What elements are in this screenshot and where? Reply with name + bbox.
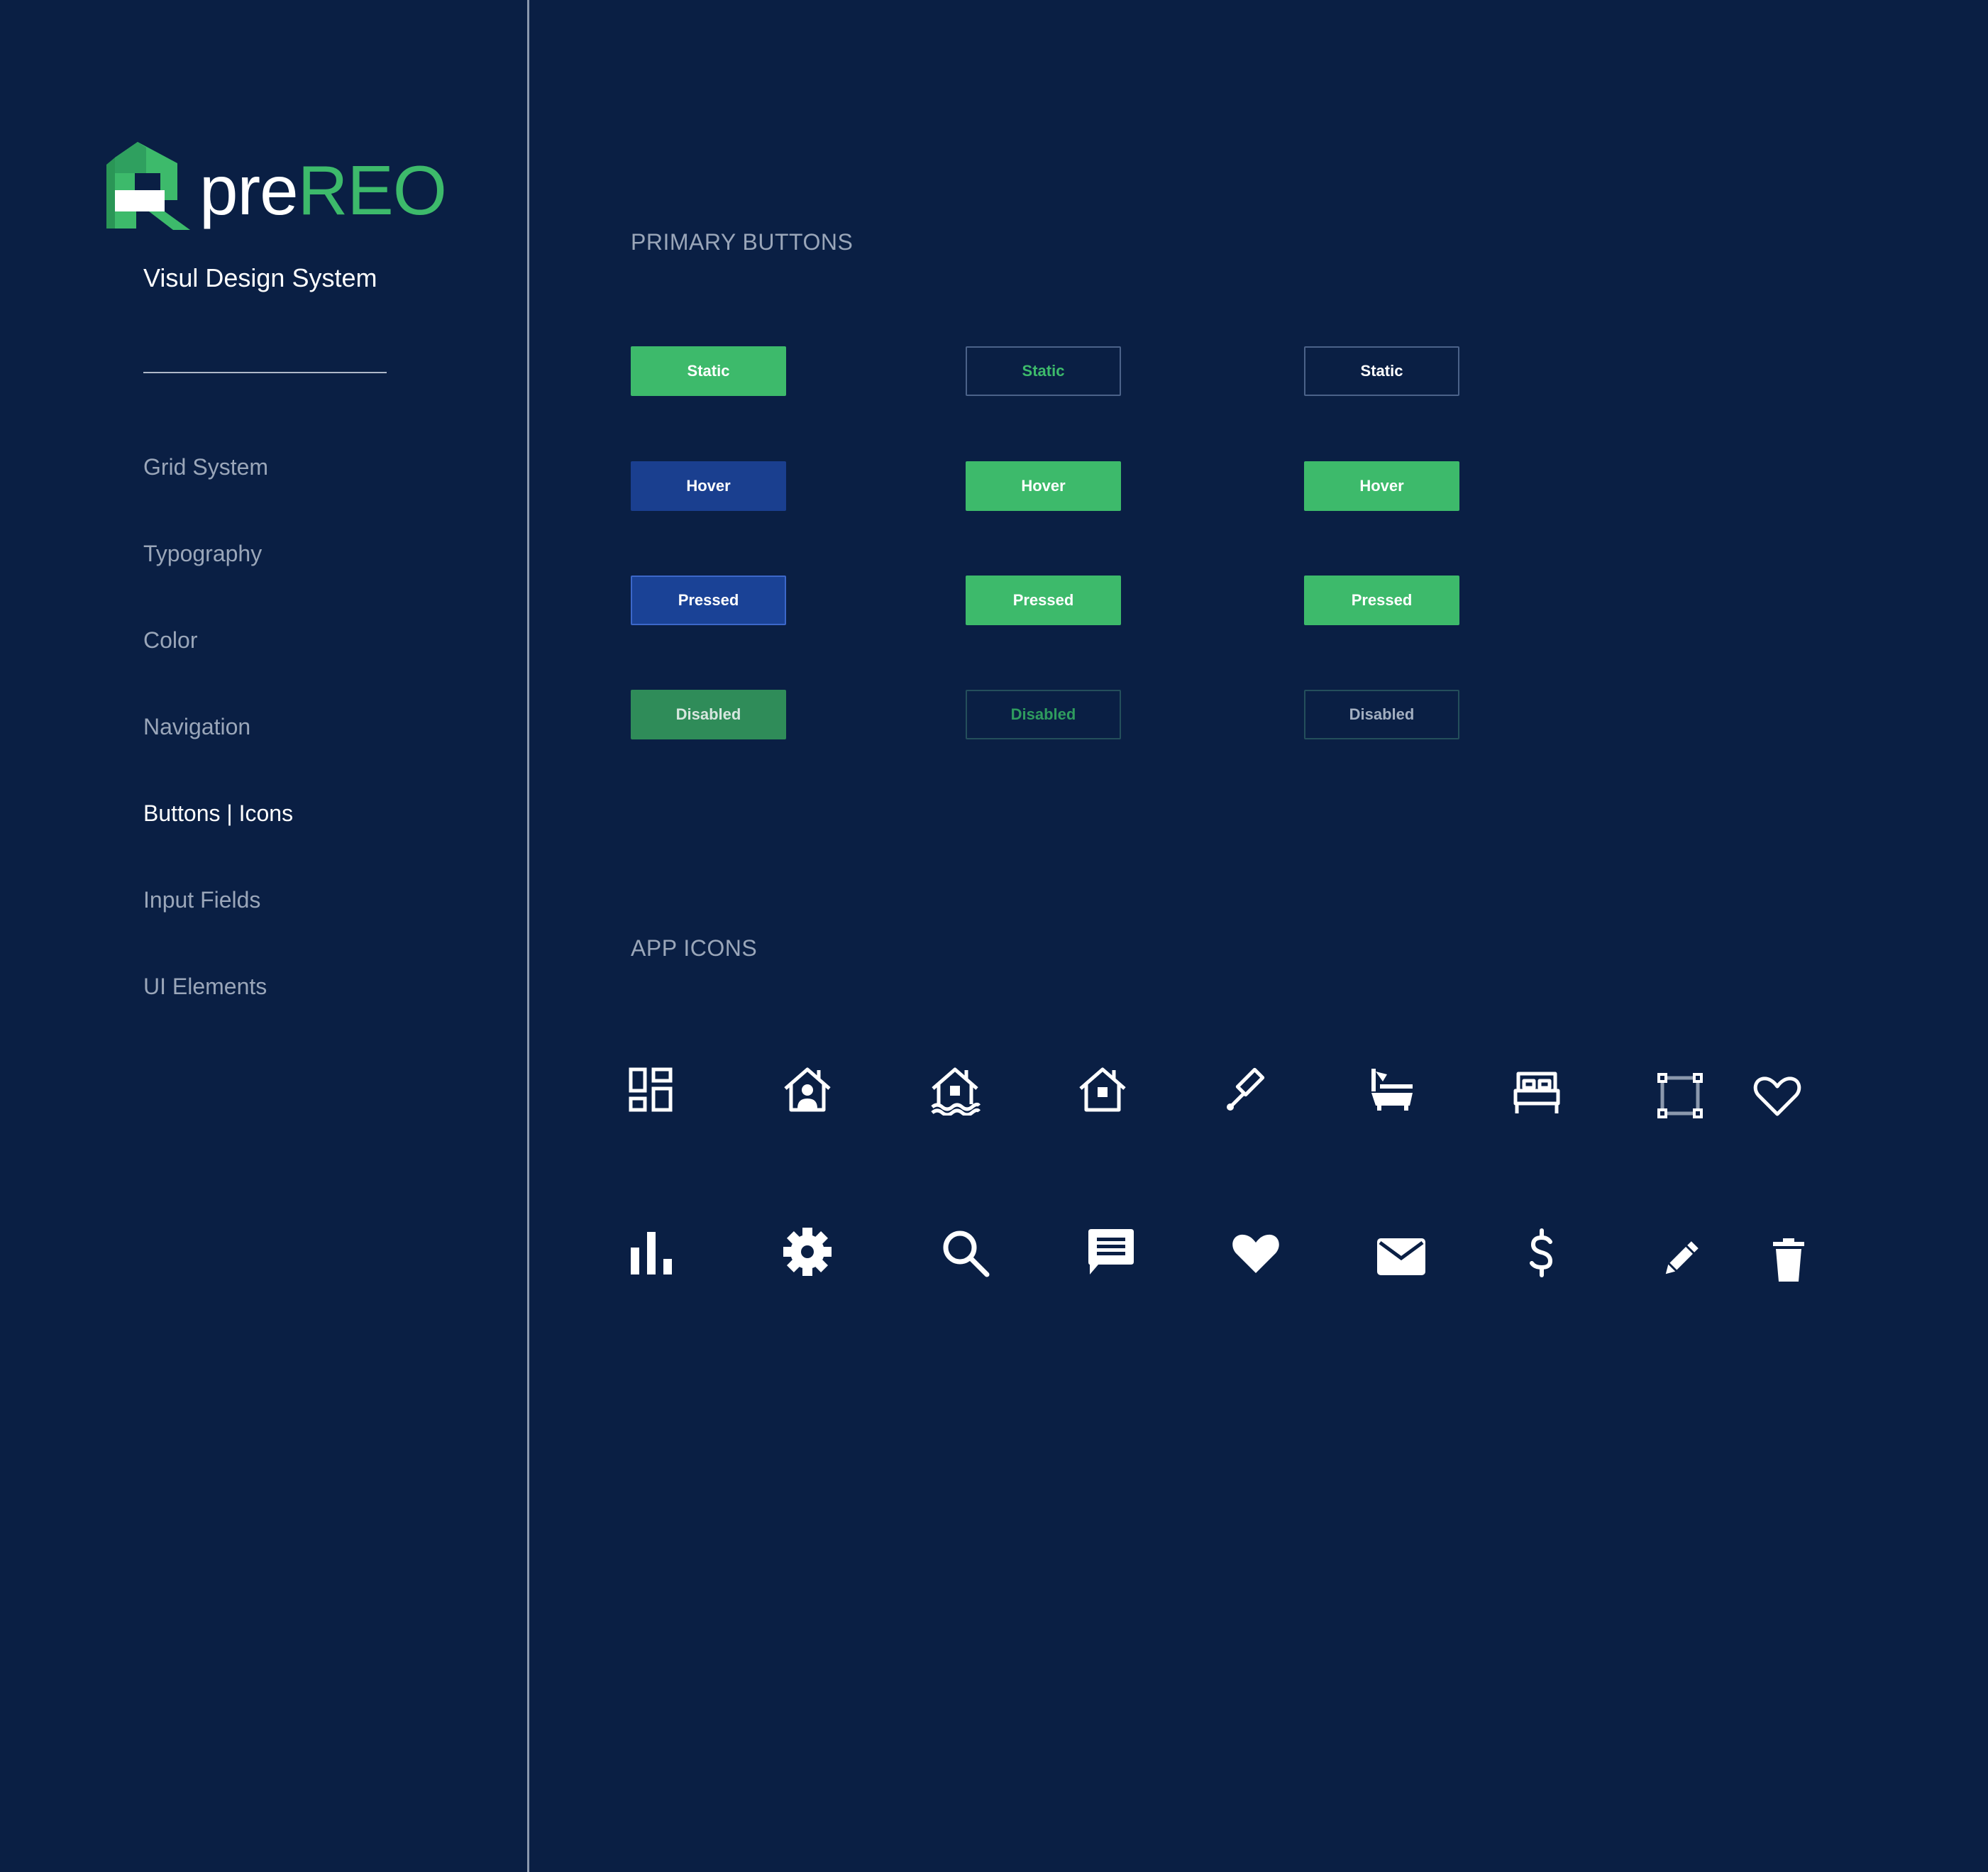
envelope-icon[interactable] [1376, 1231, 1427, 1282]
divider [143, 372, 387, 373]
sidebar-nav: Grid System Typography Color Navigation … [143, 447, 293, 1053]
bed-icon[interactable] [1511, 1068, 1562, 1119]
search-icon[interactable] [940, 1228, 991, 1279]
outline-white-pressed-button[interactable]: Pressed [1304, 576, 1459, 625]
page-subtitle: Visul Design System [143, 263, 377, 292]
logo-wordmark: preREO [199, 155, 447, 226]
outline-green-pressed-button[interactable]: Pressed [966, 576, 1121, 625]
nav-item-grid-system[interactable]: Grid System [143, 447, 293, 534]
filled-pressed-button[interactable]: Pressed [631, 576, 786, 625]
nav-item-ui-elements[interactable]: UI Elements [143, 967, 293, 1053]
chat-icon[interactable] [1086, 1226, 1137, 1277]
gear-icon[interactable] [782, 1226, 833, 1277]
dashboard-icon[interactable] [625, 1064, 676, 1116]
home-icon[interactable] [1077, 1064, 1128, 1116]
prereo-logo-mark-icon [106, 142, 190, 230]
outline-green-hover-button[interactable]: Hover [966, 461, 1121, 511]
outline-green-disabled-button[interactable]: Disabled [966, 690, 1121, 739]
nav-item-input-fields[interactable]: Input Fields [143, 880, 293, 967]
filled-disabled-button[interactable]: Disabled [631, 690, 786, 739]
heart-filled-icon[interactable] [1230, 1228, 1281, 1279]
pencil-icon[interactable] [1655, 1233, 1706, 1284]
prereo-logo: preREO [106, 142, 447, 234]
outline-white-disabled-button[interactable]: Disabled [1304, 690, 1459, 739]
outline-white-hover-button[interactable]: Hover [1304, 461, 1459, 511]
filled-hover-button[interactable]: Hover [631, 461, 786, 511]
heart-outline-icon[interactable] [1752, 1070, 1803, 1121]
logo-pre-text: pre [199, 151, 299, 229]
bar-chart-icon[interactable] [626, 1228, 678, 1279]
filled-static-button[interactable]: Static [631, 346, 786, 396]
nav-item-color[interactable]: Color [143, 620, 293, 707]
outline-green-static-button[interactable]: Static [966, 346, 1121, 396]
outline-white-static-button[interactable]: Static [1304, 346, 1459, 396]
primary-buttons-heading: PRIMARY BUTTONS [631, 229, 854, 255]
dollar-icon[interactable] [1516, 1228, 1567, 1279]
nav-item-buttons-icons[interactable]: Buttons | Icons [143, 793, 293, 880]
home-user-icon[interactable] [782, 1064, 833, 1116]
bathtub-icon[interactable] [1367, 1064, 1418, 1116]
nav-item-navigation[interactable]: Navigation [143, 707, 293, 793]
sidebar: preREO Visul Design System Grid System T… [0, 0, 529, 1872]
nav-item-typography[interactable]: Typography [143, 534, 293, 620]
area-select-icon[interactable] [1655, 1070, 1706, 1121]
gavel-icon[interactable] [1223, 1064, 1274, 1116]
app-icons-heading: APP ICONS [631, 935, 758, 961]
home-flood-icon[interactable] [929, 1064, 981, 1116]
trash-icon[interactable] [1763, 1235, 1814, 1286]
logo-reo-text: REO [297, 151, 447, 229]
